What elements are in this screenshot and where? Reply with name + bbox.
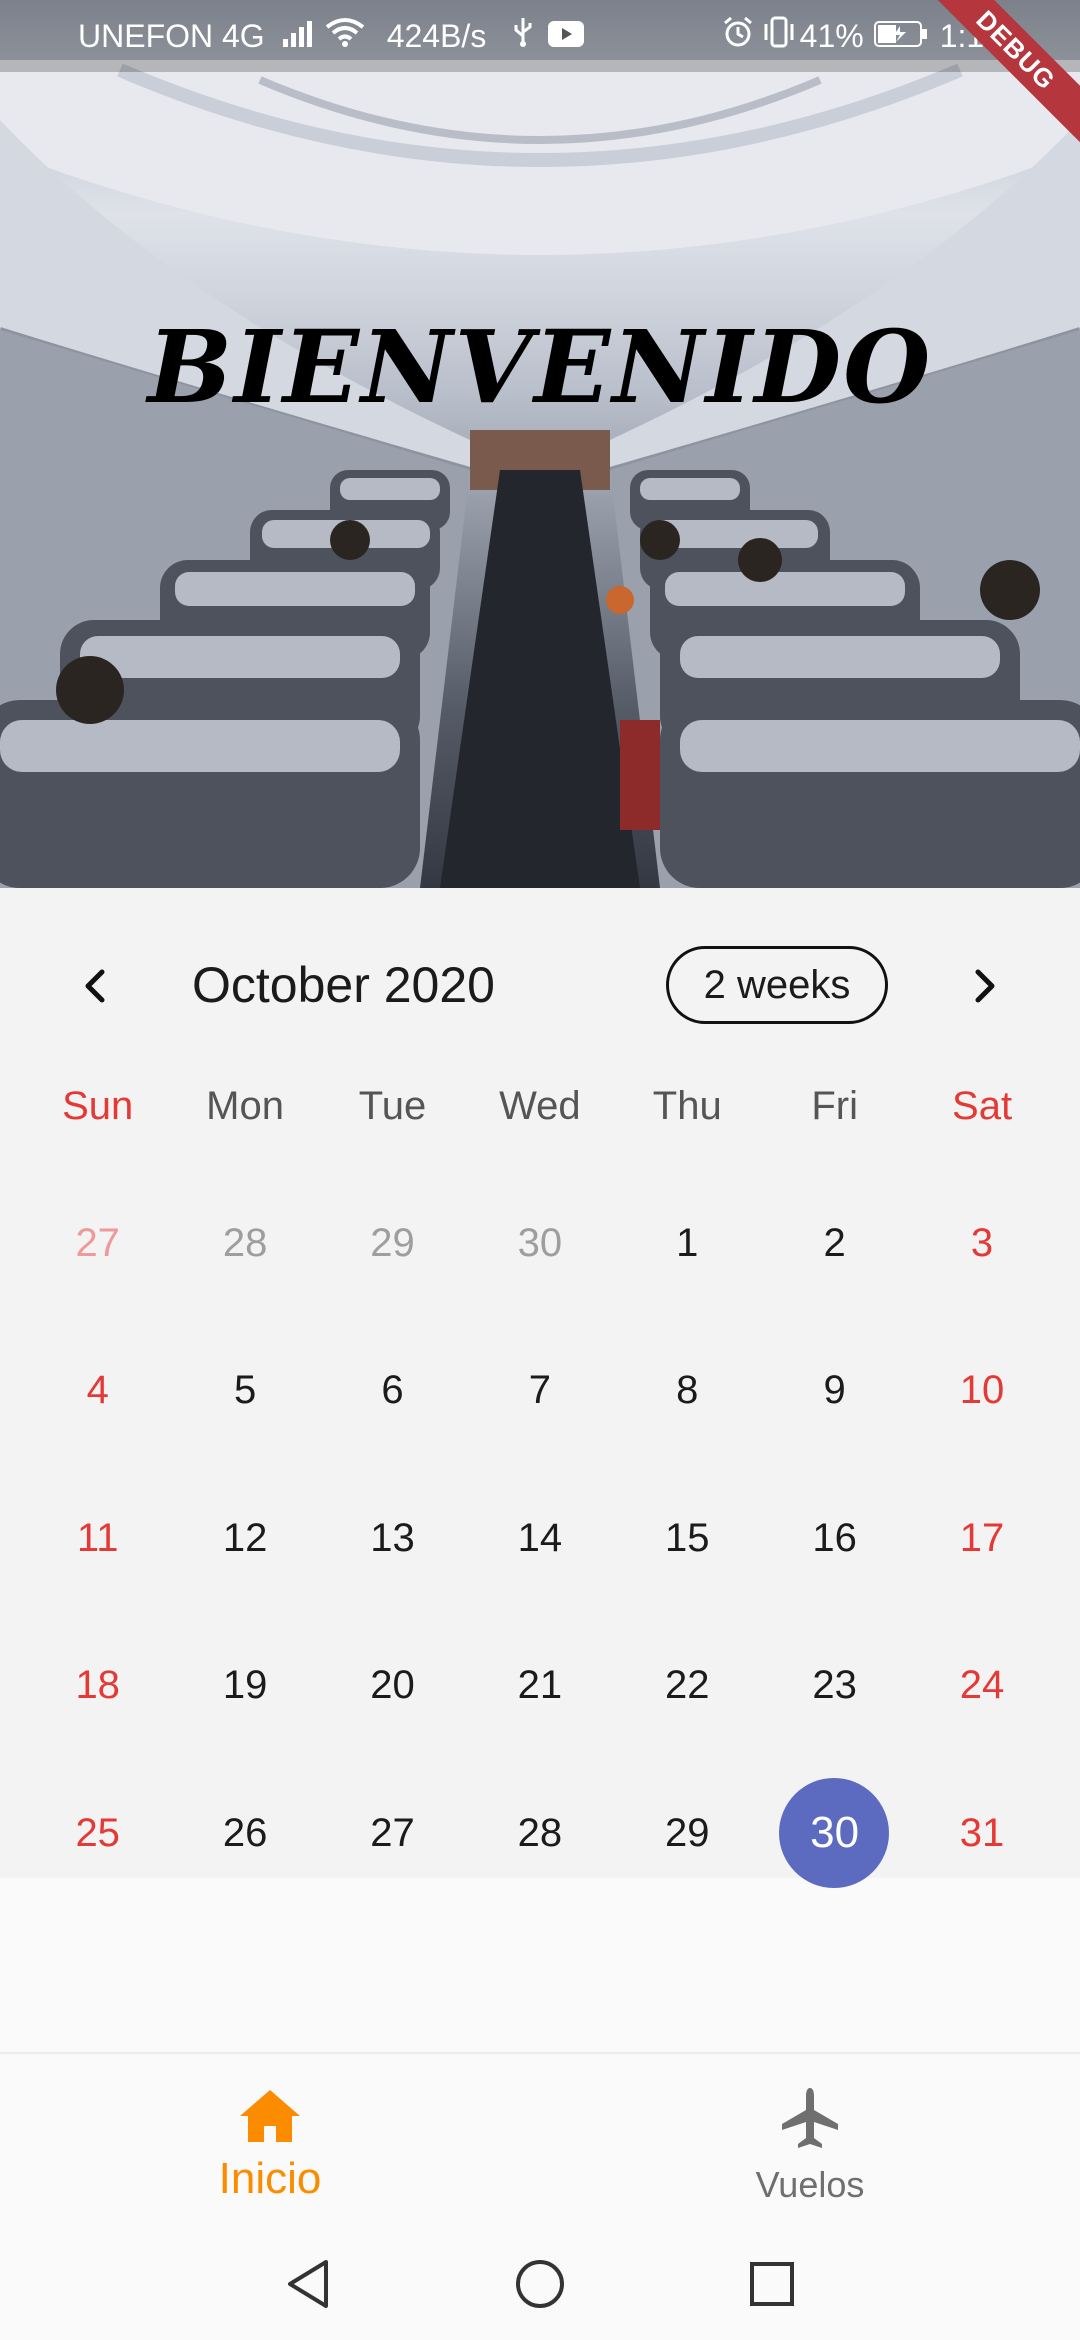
- calendar-format-button[interactable]: 2 weeks: [666, 946, 888, 1024]
- network-speed: 424B/s: [386, 17, 487, 54]
- chevron-right-icon: [975, 969, 995, 1003]
- calendar-day[interactable]: 27: [24, 1188, 171, 1298]
- weekday-label: Sun: [62, 1084, 134, 1128]
- calendar-day[interactable]: 4: [24, 1336, 171, 1446]
- calendar-day[interactable]: 11: [24, 1483, 171, 1593]
- previous-month-button[interactable]: [56, 946, 136, 1026]
- calendar-day[interactable]: 13: [319, 1483, 466, 1593]
- calendar-day[interactable]: 12: [171, 1483, 318, 1593]
- weekday-label: Fri: [811, 1084, 858, 1128]
- hero-banner: BIENVENIDO: [0, 0, 1080, 888]
- youtube-icon: [548, 18, 585, 55]
- calendar-day-selected[interactable]: 30: [761, 1778, 908, 1888]
- airplane-cabin-image: [0, 60, 1080, 888]
- recents-square-icon[interactable]: [740, 2252, 804, 2316]
- calendar-week-row: 25 26 27 28 29 30 31: [24, 1778, 1056, 1926]
- calendar-grid: 27 28 29 30 1 2 3 4 5 6 7 8 9 10 11 12 1…: [24, 1188, 1056, 1926]
- weekday-label: Mon: [206, 1084, 284, 1128]
- calendar-day[interactable]: 14: [466, 1483, 613, 1593]
- calendar-day[interactable]: 29: [319, 1188, 466, 1298]
- battery-percent: 41%: [799, 17, 864, 54]
- battery-icon: [873, 18, 928, 55]
- back-triangle-icon[interactable]: [276, 2252, 340, 2316]
- welcome-title: BIENVENIDO: [147, 308, 933, 426]
- calendar-day[interactable]: 22: [614, 1631, 761, 1741]
- calendar-day[interactable]: 31: [908, 1778, 1055, 1888]
- next-month-button[interactable]: [944, 946, 1024, 1026]
- calendar-day[interactable]: 7: [466, 1336, 613, 1446]
- calendar-day[interactable]: 29: [614, 1778, 761, 1888]
- calendar-day[interactable]: 15: [614, 1483, 761, 1593]
- home-circle-icon[interactable]: [508, 2252, 572, 2316]
- usb-icon: [512, 16, 534, 56]
- home-icon: [240, 2090, 300, 2142]
- calendar-day[interactable]: 6: [319, 1336, 466, 1446]
- calendar-day[interactable]: 28: [466, 1778, 613, 1888]
- weekday-label: Sat: [952, 1084, 1013, 1128]
- calendar-day[interactable]: 16: [761, 1483, 908, 1593]
- calendar-day[interactable]: 9: [761, 1336, 908, 1446]
- airplane-icon: [782, 2088, 838, 2148]
- month-title: October 2020: [192, 957, 495, 1013]
- nav-item-label: Vuelos: [755, 2164, 865, 2205]
- status-bar: UNEFON 4G 424B/s 41% 1:15 DEBUG: [0, 0, 1080, 157]
- weekday-label: Tue: [358, 1084, 427, 1128]
- calendar-day[interactable]: 1: [614, 1188, 761, 1298]
- calendar-day[interactable]: 8: [614, 1336, 761, 1446]
- wifi-icon: [325, 17, 365, 55]
- calendar-day[interactable]: 18: [24, 1631, 171, 1741]
- calendar-day[interactable]: 5: [171, 1336, 318, 1446]
- calendar-day[interactable]: 23: [761, 1631, 908, 1741]
- calendar-day[interactable]: 28: [171, 1188, 318, 1298]
- calendar-day[interactable]: 2: [761, 1188, 908, 1298]
- alarm-icon: [722, 16, 754, 56]
- calendar: October 2020 2 weeks Sun Mon Tue Wed Thu…: [0, 888, 1080, 1888]
- weekday-label: Thu: [652, 1084, 722, 1128]
- calendar-header: October 2020 2 weeks: [0, 888, 1080, 1088]
- calendar-day[interactable]: 26: [171, 1778, 318, 1888]
- nav-item-vuelos[interactable]: Vuelos: [540, 2054, 1080, 2230]
- calendar-day[interactable]: 3: [908, 1188, 1055, 1298]
- weekday-header-row: Sun Mon Tue Wed Thu Fri Sat: [24, 1084, 1056, 1129]
- vibrate-icon: [762, 16, 796, 56]
- calendar-day[interactable]: 24: [908, 1631, 1055, 1741]
- calendar-day[interactable]: 25: [24, 1778, 171, 1888]
- calendar-day[interactable]: 20: [319, 1631, 466, 1741]
- nav-item-label: Inicio: [218, 2154, 322, 2203]
- calendar-day[interactable]: 19: [171, 1631, 318, 1741]
- calendar-week-row: 11 12 13 14 15 16 17: [24, 1483, 1056, 1631]
- carrier-label: UNEFON 4G: [78, 17, 265, 54]
- calendar-week-row: 18 19 20 21 22 23 24: [24, 1631, 1056, 1779]
- calendar-day[interactable]: 30: [466, 1188, 613, 1298]
- calendar-week-row: 4 5 6 7 8 9 10: [24, 1336, 1056, 1484]
- signal-icon: [282, 17, 319, 55]
- calendar-day[interactable]: 27: [319, 1778, 466, 1888]
- weekday-label: Wed: [499, 1084, 581, 1128]
- nav-item-inicio[interactable]: Inicio: [0, 2054, 540, 2230]
- calendar-day[interactable]: 17: [908, 1483, 1055, 1593]
- chevron-left-icon: [85, 969, 105, 1003]
- calendar-week-row: 27 28 29 30 1 2 3: [24, 1188, 1056, 1336]
- system-navigation-bar: [0, 2228, 1080, 2340]
- calendar-day[interactable]: 10: [908, 1336, 1055, 1446]
- calendar-day[interactable]: 21: [466, 1631, 613, 1741]
- app-root: BIENVENIDO UNEFON 4G 424B/s 41% 1:15 DEB…: [0, 0, 1080, 2340]
- bottom-navigation: Inicio Vuelos: [0, 2052, 1080, 2228]
